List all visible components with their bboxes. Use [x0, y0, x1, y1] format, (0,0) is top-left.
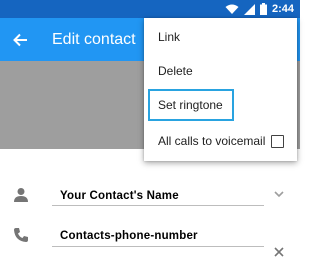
- wifi-icon: [225, 4, 239, 14]
- menu-item-delete[interactable]: Delete: [144, 54, 297, 88]
- phone-underline: [52, 246, 264, 247]
- status-bar: 2:44: [0, 0, 300, 18]
- highlight-box: [148, 89, 234, 121]
- back-button[interactable]: [6, 26, 34, 54]
- chevron-down-icon[interactable]: [272, 187, 286, 201]
- status-icons: 2:44: [225, 2, 294, 16]
- battery-icon: [259, 3, 267, 15]
- page-title: Edit contact: [52, 31, 136, 48]
- voicemail-checkbox[interactable]: [271, 135, 284, 148]
- menu-item-link[interactable]: Link: [144, 20, 297, 54]
- status-time: 2:44: [271, 3, 294, 15]
- phone-icon: [14, 228, 28, 242]
- phone-field[interactable]: Contacts-phone-number: [60, 230, 198, 242]
- name-field[interactable]: Your Contact's Name: [60, 190, 179, 202]
- phone-row: Contacts-phone-number: [0, 222, 300, 259]
- signal-icon: [243, 3, 255, 15]
- name-row: Your Contact's Name: [0, 181, 300, 215]
- arrow-back-icon: [13, 33, 27, 47]
- name-underline: [52, 205, 264, 206]
- person-icon: [14, 188, 28, 202]
- close-icon[interactable]: [272, 245, 286, 259]
- menu-item-all-calls-to-voicemail[interactable]: All calls to voicemail: [144, 124, 297, 158]
